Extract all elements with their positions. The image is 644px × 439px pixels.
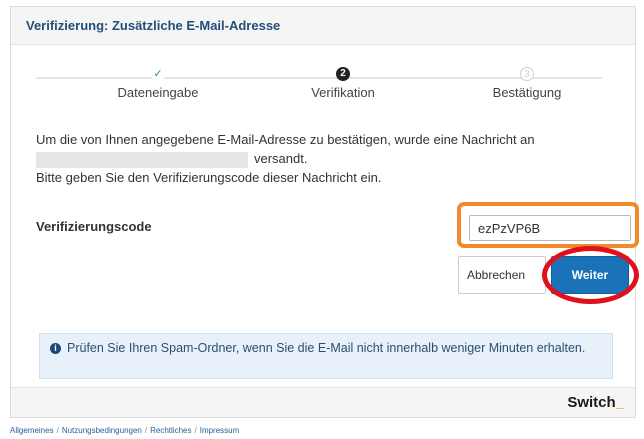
info-alert: i Prüfen Sie Ihren Spam-Ordner, wenn Sie … — [39, 333, 613, 379]
checkmark-icon: ✓ — [151, 67, 165, 81]
message-line: Bitte geben Sie den Verifizierungscode d… — [36, 170, 382, 185]
next-button[interactable]: Weiter — [551, 256, 629, 294]
step-number-icon: 2 — [336, 67, 350, 81]
footer-link-imprint[interactable]: Impressum — [200, 426, 240, 435]
panel-footer: Switch_ — [11, 387, 635, 417]
brand-logo: Switch_ — [567, 394, 624, 411]
step-number-icon: 3 — [520, 67, 534, 81]
step-label: Verifikation — [311, 85, 375, 100]
footer-link-legal[interactable]: Rechtliches — [150, 426, 191, 435]
page-title: Verifizierung: Zusätzliche E-Mail-Adress… — [26, 18, 281, 33]
message-line: Um die von Ihnen angegebene E-Mail-Adres… — [36, 132, 535, 147]
info-text: Prüfen Sie Ihren Spam-Ordner, wenn Sie d… — [67, 341, 586, 355]
cancel-button[interactable]: Abbrechen — [458, 256, 546, 294]
redacted-email — [36, 151, 248, 168]
step-label: Dateneingabe — [117, 85, 199, 100]
step-verification: 2 Verifikation — [268, 67, 418, 100]
footer-link-terms[interactable]: Nutzungsbedingungen — [62, 426, 142, 435]
step-confirmation: 3 Bestätigung — [452, 67, 602, 100]
brand-name: Switch — [567, 394, 616, 411]
code-label: Verifizierungscode — [36, 219, 152, 234]
message-suffix: versandt. — [254, 151, 308, 166]
link-separator: / — [144, 426, 148, 435]
footer-link-general[interactable]: Allgemeines — [10, 426, 54, 435]
verification-code-input[interactable] — [469, 215, 631, 241]
link-separator: / — [194, 426, 197, 435]
instruction-text: Um die von Ihnen angegebene E-Mail-Adres… — [36, 130, 616, 187]
info-icon: i — [50, 343, 61, 354]
verification-panel: Verifizierung: Zusätzliche E-Mail-Adress… — [10, 6, 639, 418]
step-data-entry: ✓ Dateneingabe — [83, 67, 233, 100]
panel-header: Verifizierung: Zusätzliche E-Mail-Adress… — [11, 7, 635, 45]
brand-underscore: _ — [615, 394, 624, 411]
message-line: versandt. — [36, 149, 616, 168]
step-label: Bestätigung — [492, 85, 562, 100]
footer-links: Allgemeines / Nutzungsbedingungen / Rechtlic… — [10, 426, 239, 435]
link-separator: / — [56, 426, 59, 435]
